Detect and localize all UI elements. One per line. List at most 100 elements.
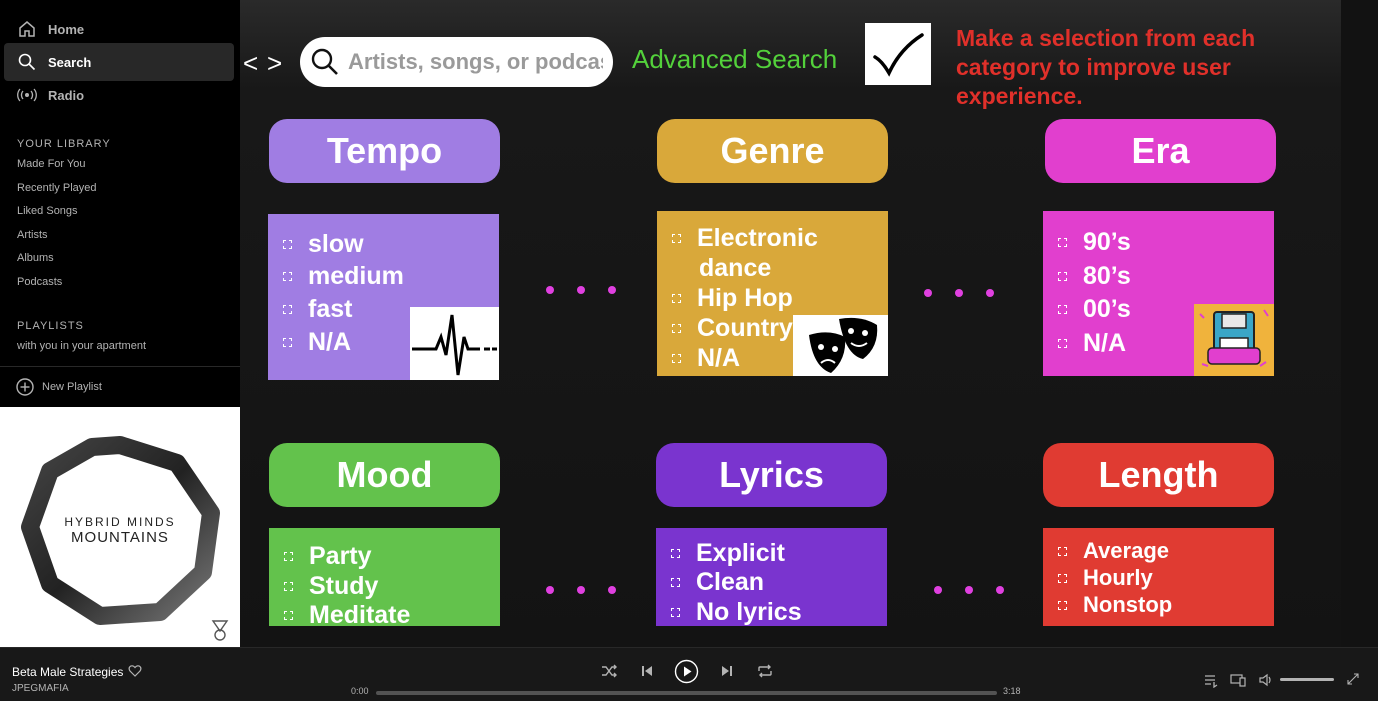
option-party[interactable]: Party bbox=[284, 542, 372, 571]
checkbox[interactable] bbox=[1058, 573, 1067, 583]
play-icon bbox=[674, 659, 699, 684]
checkbox[interactable] bbox=[1058, 546, 1067, 556]
back-button[interactable]: < bbox=[243, 48, 267, 79]
album-line2: MOUNTAINS bbox=[71, 529, 169, 546]
selection-notice: Make a selection from each category to i… bbox=[956, 25, 1256, 109]
option-average[interactable]: Average bbox=[1058, 538, 1169, 564]
album-art[interactable]: HYBRID MINDS MOUNTAINS bbox=[0, 407, 240, 647]
option-slow[interactable]: slow bbox=[283, 230, 364, 259]
option-clean[interactable]: Clean bbox=[671, 568, 764, 597]
option-hourly[interactable]: Hourly bbox=[1058, 565, 1153, 591]
option-na[interactable]: N/A bbox=[1058, 329, 1126, 358]
heartbeat-icon bbox=[410, 307, 499, 380]
option-na[interactable]: N/A bbox=[283, 328, 351, 357]
checkbox[interactable] bbox=[1058, 339, 1067, 348]
library-liked-songs[interactable]: Liked Songs bbox=[17, 205, 78, 217]
search-input[interactable] bbox=[348, 49, 603, 75]
checkbox[interactable] bbox=[672, 324, 681, 333]
option-country[interactable]: Country bbox=[672, 314, 793, 343]
option-label: slow bbox=[308, 230, 364, 258]
option-label: medium bbox=[308, 262, 404, 290]
checkbox[interactable] bbox=[671, 608, 680, 617]
fullscreen-icon[interactable] bbox=[1346, 672, 1360, 686]
search-bar[interactable] bbox=[300, 37, 613, 87]
checkbox[interactable] bbox=[284, 611, 293, 620]
devices-icon[interactable] bbox=[1230, 672, 1246, 688]
library-artists[interactable]: Artists bbox=[17, 229, 48, 241]
option-90s[interactable]: 90’s bbox=[1058, 228, 1131, 257]
track-artist[interactable]: JPEGMAFIA bbox=[12, 683, 69, 694]
option-label: Country bbox=[697, 314, 793, 342]
plus-circle-icon bbox=[16, 378, 34, 396]
now-playing-bar: Beta Male Strategies JPEGMAFIA 0:00 3:18 bbox=[0, 647, 1378, 701]
checkbox[interactable] bbox=[284, 552, 293, 561]
library-albums[interactable]: Albums bbox=[17, 252, 54, 264]
category-length-header[interactable]: Length bbox=[1043, 443, 1274, 507]
option-meditate[interactable]: Meditate bbox=[284, 601, 410, 626]
confirm-checkbox[interactable] bbox=[865, 23, 931, 85]
previous-track-icon[interactable] bbox=[638, 662, 656, 680]
option-na[interactable]: N/A bbox=[672, 344, 740, 373]
category-era-header[interactable]: Era bbox=[1045, 119, 1276, 183]
option-label: dance bbox=[699, 254, 772, 282]
category-mood-header[interactable]: Mood bbox=[269, 443, 500, 507]
advanced-search-link[interactable]: Advanced Search bbox=[632, 44, 837, 75]
shuffle-icon[interactable] bbox=[600, 662, 618, 680]
play-button[interactable] bbox=[674, 659, 699, 684]
checkbox[interactable] bbox=[1058, 238, 1067, 247]
track-title[interactable]: Beta Male Strategies bbox=[12, 665, 123, 679]
nav-radio[interactable]: Radio bbox=[4, 76, 234, 114]
queue-icon[interactable] bbox=[1203, 672, 1219, 689]
radio-icon bbox=[17, 85, 37, 105]
nav-home-label: Home bbox=[48, 21, 85, 37]
new-playlist-button[interactable]: New Playlist bbox=[0, 366, 240, 407]
option-label: Study bbox=[309, 572, 379, 600]
next-track-icon[interactable] bbox=[718, 662, 736, 680]
checkbox[interactable] bbox=[284, 582, 293, 591]
right-scroll-area bbox=[1341, 0, 1378, 647]
checkbox[interactable] bbox=[672, 354, 681, 363]
category-mood-options: Party Study Meditate bbox=[269, 528, 500, 626]
option-electronic[interactable]: Electronic bbox=[672, 224, 818, 253]
library-recently-played[interactable]: Recently Played bbox=[17, 182, 97, 194]
library-made-for-you[interactable]: Made For You bbox=[17, 158, 86, 170]
progress-bar[interactable] bbox=[376, 691, 997, 695]
checkbox[interactable] bbox=[1058, 272, 1067, 281]
option-80s[interactable]: 80’s bbox=[1058, 262, 1131, 291]
volume-icon[interactable] bbox=[1258, 672, 1274, 688]
category-tempo-header[interactable]: Tempo bbox=[269, 119, 500, 183]
checkbox[interactable] bbox=[283, 338, 292, 347]
playlist-item[interactable]: with you in your apartment bbox=[17, 340, 146, 352]
volume-slider[interactable] bbox=[1280, 678, 1334, 681]
heart-icon[interactable] bbox=[128, 664, 142, 678]
checkbox[interactable] bbox=[672, 234, 681, 243]
option-00s[interactable]: 00’s bbox=[1058, 295, 1131, 324]
option-medium[interactable]: medium bbox=[283, 262, 404, 291]
checkbox[interactable] bbox=[283, 240, 292, 249]
option-label: Nonstop bbox=[1083, 592, 1173, 617]
option-fast[interactable]: fast bbox=[283, 295, 352, 324]
checkbox[interactable] bbox=[671, 578, 680, 587]
checkbox[interactable] bbox=[283, 272, 292, 281]
checkbox[interactable] bbox=[1058, 305, 1067, 314]
checkbox[interactable] bbox=[1058, 600, 1067, 610]
library-podcasts[interactable]: Podcasts bbox=[17, 276, 62, 288]
new-playlist-label: New Playlist bbox=[42, 381, 102, 393]
option-hip-hop[interactable]: Hip Hop bbox=[672, 284, 793, 313]
checkbox[interactable] bbox=[672, 294, 681, 303]
option-explicit[interactable]: Explicit bbox=[671, 539, 785, 568]
app-window: Home Search Radio YOUR LIBRARY Made For … bbox=[0, 0, 1378, 701]
option-study[interactable]: Study bbox=[284, 572, 378, 601]
checkbox[interactable] bbox=[671, 549, 680, 558]
category-lyrics-header[interactable]: Lyrics bbox=[656, 443, 887, 507]
option-label: Hip Hop bbox=[697, 284, 793, 312]
repeat-icon[interactable] bbox=[756, 662, 774, 680]
forward-button[interactable]: > bbox=[267, 48, 291, 79]
option-dance[interactable]: dance bbox=[699, 254, 771, 283]
checkbox[interactable] bbox=[283, 305, 292, 314]
option-label: 90’s bbox=[1083, 228, 1131, 256]
option-nonstop[interactable]: Nonstop bbox=[1058, 592, 1172, 618]
option-no-lyrics[interactable]: No lyrics bbox=[671, 598, 802, 626]
theater-masks-icon bbox=[793, 315, 888, 376]
category-genre-header[interactable]: Genre bbox=[657, 119, 888, 183]
